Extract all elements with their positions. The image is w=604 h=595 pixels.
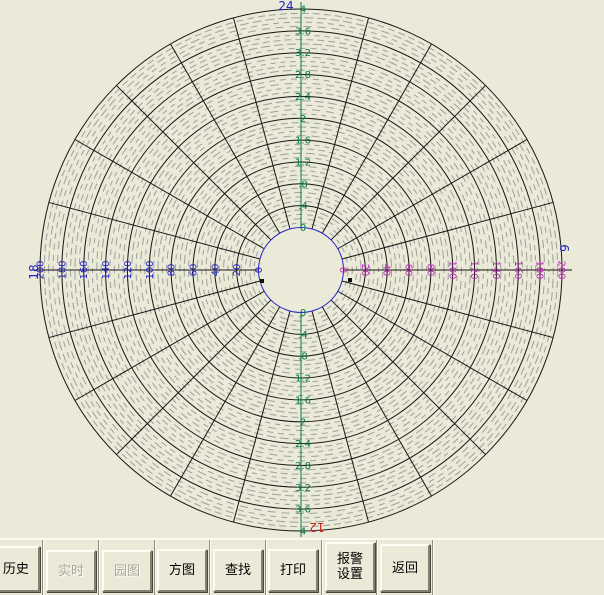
button-label: 打印: [280, 563, 306, 578]
spoke: [116, 85, 271, 240]
scale-label: 3.2: [295, 483, 311, 494]
hour-label-12: 12: [309, 520, 324, 534]
button-label-line: 报警: [337, 552, 363, 567]
toolbar-button-alarm-settings[interactable]: 报警设置: [325, 542, 375, 592]
button-label: 园图: [114, 564, 140, 579]
toolbar-button-back[interactable]: 返回: [380, 544, 430, 592]
scale-label: 200: [556, 260, 567, 279]
toolbar-button-history[interactable]: -历史: [0, 546, 40, 592]
scale-label: .4: [298, 201, 308, 212]
toolbar: -历史 实时 园图 方图 查找 打印 报警设置 返回: [0, 538, 604, 595]
toolbar-button-square-chart[interactable]: 方图: [157, 549, 207, 592]
scale-label: 180: [534, 260, 545, 279]
button-label: 查找: [225, 563, 251, 578]
toolbar-divider: [98, 540, 100, 595]
toolbar-divider: [321, 540, 323, 595]
scale-label: 0: [300, 223, 306, 234]
button-label-row: 方图: [169, 563, 195, 578]
scale-label: 4: [300, 527, 306, 538]
scale-label: 1.2: [295, 374, 311, 385]
toolbar-divider: [432, 540, 434, 595]
scale-label: 180: [57, 260, 68, 279]
toolbar-divider: [42, 540, 44, 595]
scale-label: 1.2: [295, 157, 311, 168]
scale-label: 2.8: [295, 70, 311, 81]
scale-label: 40: [381, 264, 392, 277]
scale-label: 140: [101, 260, 112, 279]
toolbar-divider: [154, 540, 156, 595]
polar-grid-svg: 0.4.81.21.622.42.83.23.640.4.81.21.622.4…: [0, 0, 604, 538]
hour-label-24: 24: [278, 0, 293, 13]
button-label-row: 查找: [225, 563, 251, 578]
button-label: 历史: [3, 562, 29, 577]
scale-label: 80: [424, 264, 435, 277]
scale-label: 60: [403, 264, 414, 277]
scale-labels-top: 0 .4 .8 1.2 1.6 2 2.4 2.8 3.2 3.6 4: [295, 5, 311, 235]
scale-label: 4: [300, 5, 306, 16]
pen-marker-left: [260, 279, 264, 283]
scale-label: 100: [446, 260, 457, 279]
circular-chart: 0.4.81.21.622.42.83.23.640.4.81.21.622.4…: [0, 0, 604, 538]
spoke: [116, 300, 271, 455]
button-label-row: 返回: [392, 561, 418, 576]
hour-label-6: 6: [557, 244, 571, 252]
scale-label: 20: [359, 264, 370, 277]
scale-label: 2.4: [295, 439, 311, 450]
toolbar-divider: [265, 540, 267, 595]
scale-label: 140: [490, 260, 501, 279]
toolbar-button-find[interactable]: 查找: [213, 549, 263, 592]
toolbar-divider: [376, 540, 378, 595]
scale-label: 0: [337, 267, 348, 273]
scale-label: 3.6: [295, 505, 311, 516]
spoke: [331, 85, 486, 240]
button-label-row: 实时: [58, 564, 84, 579]
toolbar-button-circle-chart[interactable]: 园图: [102, 550, 152, 592]
scale-label: 120: [468, 260, 479, 279]
scale-label: 0: [300, 308, 306, 319]
button-label-line: 设置: [337, 567, 363, 582]
scale-labels-bottom: 0 .4 .8 1.2 1.6 2 2.4 2.8 3.2 3.6 4: [295, 308, 311, 538]
scale-label: .8: [298, 179, 308, 190]
toolbar-button-realtime[interactable]: 实时: [46, 550, 96, 592]
scale-label: 160: [512, 260, 523, 279]
toolbar-divider: [209, 540, 211, 595]
app-screen: 0.4.81.21.622.42.83.23.640.4.81.21.622.4…: [0, 0, 604, 595]
scale-label: 120: [123, 260, 134, 279]
scale-label: 3.2: [295, 48, 311, 59]
scale-label: 2.4: [295, 92, 311, 103]
scale-label: 40: [210, 264, 221, 277]
scale-label: 1.6: [295, 136, 311, 147]
spoke: [331, 300, 486, 455]
button-label-row: -历史: [0, 562, 29, 577]
scale-label: 2.8: [295, 461, 311, 472]
button-label-row: 打印: [280, 563, 306, 578]
scale-label: 1.6: [295, 395, 311, 406]
scale-label: 60: [188, 264, 199, 277]
scale-label: 0: [254, 267, 265, 273]
pen-marker-right: [348, 278, 352, 282]
scale-label: 2: [300, 114, 306, 125]
toolbar-button-print[interactable]: 打印: [268, 549, 318, 592]
scale-label: .4: [298, 330, 308, 341]
scale-label: 80: [167, 264, 178, 277]
inner-circle: [259, 228, 344, 313]
scale-label: 3.6: [295, 26, 311, 37]
button-label: 返回: [392, 561, 418, 576]
button-label: 方图: [169, 563, 195, 578]
scale-label: 2: [300, 417, 306, 428]
button-label: 实时: [58, 564, 84, 579]
scale-label: 100: [145, 260, 156, 279]
scale-label: .8: [298, 352, 308, 363]
scale-label: 20: [232, 264, 243, 277]
scale-label: 160: [79, 260, 90, 279]
hour-label-18: 18: [27, 264, 41, 279]
button-label-row: 园图: [114, 564, 140, 579]
